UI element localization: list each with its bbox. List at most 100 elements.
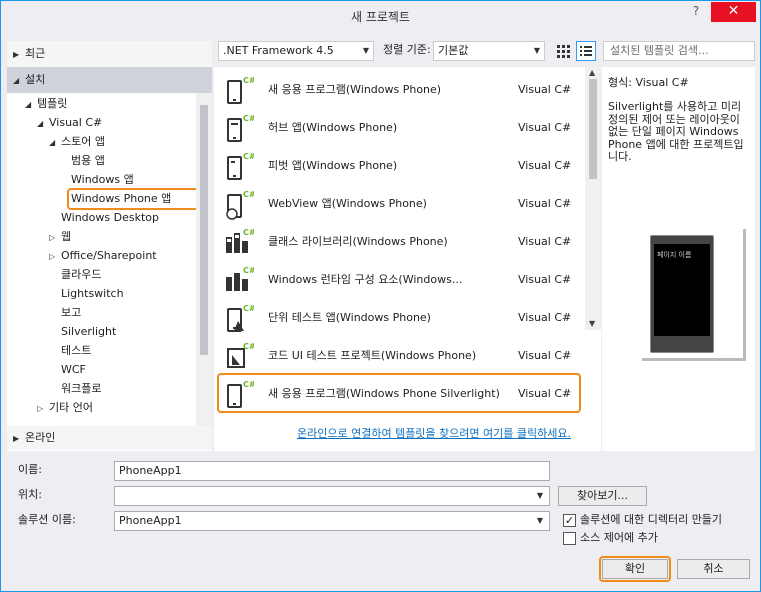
grid-view-button[interactable] bbox=[553, 41, 573, 61]
template-language: Visual C# bbox=[518, 83, 572, 96]
template-tree: ▶ 최근 ◢ 설치 ◢ 템플릿 ◢ Visual C# ◢ 스토어 앱 범용 앱 Wind… bbox=[7, 41, 212, 451]
expand-arrow-icon: ▷ bbox=[37, 404, 44, 413]
collapse-arrow-icon: ◢ bbox=[13, 76, 20, 85]
tree-item-online: 온라인 bbox=[25, 431, 56, 444]
phone-mockup: 페이지 이름 bbox=[650, 235, 714, 353]
sort-select[interactable]: 기본값 ▼ bbox=[433, 41, 545, 61]
create-directory-label: 솔루션에 대한 디렉터리 만들기 bbox=[580, 513, 723, 526]
collapse-arrow-icon: ◢ bbox=[37, 119, 44, 128]
template-details: 형식: Visual C# Silverlight를 사용하고 미리 정의된 제… bbox=[602, 67, 755, 451]
expand-arrow-icon: ▶ bbox=[13, 434, 20, 443]
scroll-down-icon[interactable]: ▼ bbox=[589, 319, 595, 328]
unit-test-icon: C# bbox=[224, 303, 256, 335]
collapse-arrow-icon: ◢ bbox=[49, 138, 56, 147]
dialog-title: 새 프로젝트 bbox=[350, 10, 410, 24]
template-language: Visual C# bbox=[518, 121, 572, 134]
tree-scrollbar[interactable] bbox=[196, 93, 212, 426]
template-preview-image: 페이지 이름 bbox=[642, 229, 746, 361]
template-row[interactable]: C# WebView 앱(Windows Phone) Visual C# bbox=[214, 185, 584, 223]
ok-button[interactable]: 확인 bbox=[602, 559, 668, 579]
phone-web-icon: C# bbox=[224, 189, 256, 221]
solution-name-label: 솔루션 이름: bbox=[18, 513, 76, 526]
template-row[interactable]: C# Windows 런타임 구성 요소(Windows... Visual C# bbox=[214, 261, 584, 299]
tree-item-windows-desktop[interactable]: Windows Desktop bbox=[61, 208, 159, 227]
template-name: 허브 앱(Windows Phone) bbox=[268, 121, 398, 134]
phone-hub-icon: C# bbox=[224, 113, 256, 145]
tree-item-office-sharepoint[interactable]: ▷ Office/Sharepoint bbox=[49, 246, 157, 265]
template-row[interactable]: C# 피벗 앱(Windows Phone) Visual C# bbox=[214, 147, 584, 185]
template-search-input[interactable]: 설치된 템플릿 검색... bbox=[603, 41, 755, 61]
template-row[interactable]: C# 단위 테스트 앱(Windows Phone) Visual C# bbox=[214, 299, 584, 337]
svg-text:C#: C# bbox=[243, 228, 254, 237]
template-name: 피벗 앱(Windows Phone) bbox=[268, 159, 398, 172]
cancel-button[interactable]: 취소 bbox=[677, 559, 750, 579]
chevron-down-icon[interactable]: ▼ bbox=[537, 512, 543, 530]
template-language: Visual C# bbox=[518, 311, 572, 324]
template-language: Visual C# bbox=[518, 159, 572, 172]
tree-item-other-languages[interactable]: ▷ 기타 언어 bbox=[37, 398, 93, 417]
tree-item-windows-apps[interactable]: Windows 앱 bbox=[71, 170, 134, 189]
runtime-component-icon: C# bbox=[224, 265, 256, 297]
name-label: 이름: bbox=[18, 463, 42, 476]
new-project-dialog: 새 프로젝트 ? ✕ ▶ 최근 ◢ 설치 ◢ 템플릿 ◢ Visual C# ◢ 스토어 … bbox=[0, 0, 761, 592]
template-row[interactable]: C# 코드 UI 테스트 프로젝트(Windows Phone) Visual C# bbox=[214, 337, 584, 375]
tree-item-reporting[interactable]: 보고 bbox=[61, 303, 81, 322]
chevron-down-icon[interactable]: ▼ bbox=[537, 487, 543, 505]
svg-text:C#: C# bbox=[243, 76, 254, 85]
tree-item-wcf[interactable]: WCF bbox=[61, 360, 86, 379]
tree-item-store-apps[interactable]: ◢ 스토어 앱 bbox=[49, 132, 105, 151]
list-view-button[interactable] bbox=[576, 41, 596, 61]
phone-page-title: 페이지 이름 bbox=[657, 251, 692, 259]
tree-item-workflow[interactable]: 워크플로 bbox=[61, 379, 101, 398]
class-library-icon: C# bbox=[224, 227, 256, 259]
source-control-label: 소스 제어에 추가 bbox=[580, 531, 658, 544]
tree-item-cloud[interactable]: 클라우드 bbox=[61, 265, 101, 284]
tree-item-silverlight[interactable]: Silverlight bbox=[61, 322, 116, 341]
tree-item-universal-apps[interactable]: 범용 앱 bbox=[71, 151, 105, 170]
scroll-up-icon[interactable]: ▲ bbox=[589, 68, 595, 77]
solution-name-input[interactable]: PhoneApp1 ▼ bbox=[114, 511, 550, 531]
tree-header-online[interactable]: ▶ 온라인 bbox=[7, 426, 212, 450]
browse-button[interactable]: 찾아보기... bbox=[558, 486, 647, 506]
template-name: 새 응용 프로그램(Windows Phone) bbox=[268, 83, 442, 96]
title-bar: 새 프로젝트 ? ✕ bbox=[1, 1, 760, 29]
template-row[interactable]: C# 클래스 라이브러리(Windows Phone) Visual C# bbox=[214, 223, 584, 261]
template-row[interactable]: C# 새 응용 프로그램(Windows Phone) Visual C# bbox=[214, 71, 584, 109]
close-button[interactable]: ✕ bbox=[711, 2, 756, 22]
tree-item-windows-phone-apps[interactable]: Windows Phone 앱 bbox=[71, 189, 171, 208]
project-name-input[interactable]: PhoneApp1 bbox=[114, 461, 550, 481]
template-name: WebView 앱(Windows Phone) bbox=[268, 197, 427, 210]
tree-item-templates[interactable]: ◢ 템플릿 bbox=[25, 94, 67, 113]
svg-text:C#: C# bbox=[243, 304, 254, 313]
scrollbar-thumb[interactable] bbox=[200, 105, 208, 355]
online-templates-link[interactable]: 온라인으로 연결하여 템플릿을 찾으려면 여기를 클릭하세요. bbox=[297, 425, 571, 441]
sort-label: 정렬 기준: bbox=[383, 43, 431, 56]
collapse-arrow-icon: ◢ bbox=[25, 100, 32, 109]
list-view-icon bbox=[580, 46, 592, 56]
framework-select[interactable]: .NET Framework 4.5 ▼ bbox=[218, 41, 374, 61]
tree-header-recent[interactable]: ▶ 최근 bbox=[7, 41, 212, 67]
template-list: C# 새 응용 프로그램(Windows Phone) Visual C# C# 허브 … bbox=[214, 67, 601, 451]
source-control-checkbox[interactable] bbox=[563, 532, 576, 545]
template-row[interactable]: C#새 응용 프로그램(Windows Phone Silverlight)Vi… bbox=[214, 373, 584, 413]
svg-text:C#: C# bbox=[243, 190, 254, 199]
expand-arrow-icon: ▷ bbox=[49, 252, 56, 261]
tree-item-test[interactable]: 테스트 bbox=[61, 341, 91, 360]
template-row[interactable]: C# 허브 앱(Windows Phone) Visual C# bbox=[214, 109, 584, 147]
template-type: 형식: Visual C# bbox=[608, 76, 689, 89]
tree-item-visual-csharp[interactable]: ◢ Visual C# bbox=[37, 113, 102, 132]
template-list-scrollbar[interactable]: ▲ ▼ bbox=[585, 67, 601, 330]
location-input[interactable]: ▼ bbox=[114, 486, 550, 506]
phone-blank-icon: C# bbox=[224, 75, 256, 107]
create-directory-checkbox[interactable]: ✓ bbox=[563, 514, 576, 527]
help-button[interactable]: ? bbox=[689, 4, 703, 22]
tree-item-web[interactable]: ▷ 웹 bbox=[49, 227, 71, 246]
scrollbar-thumb[interactable] bbox=[589, 79, 597, 179]
template-description: Silverlight를 사용하고 미리 정의된 제어 또는 레이아웃이 없는 … bbox=[608, 100, 744, 163]
tree-item-lightswitch[interactable]: Lightswitch bbox=[61, 284, 124, 303]
expand-arrow-icon: ▶ bbox=[13, 50, 20, 59]
phone-pivot-icon: C# bbox=[224, 151, 256, 183]
template-language: Visual C# bbox=[518, 349, 572, 362]
chevron-down-icon: ▼ bbox=[533, 46, 540, 55]
tree-header-installed[interactable]: ◢ 설치 bbox=[7, 67, 212, 93]
